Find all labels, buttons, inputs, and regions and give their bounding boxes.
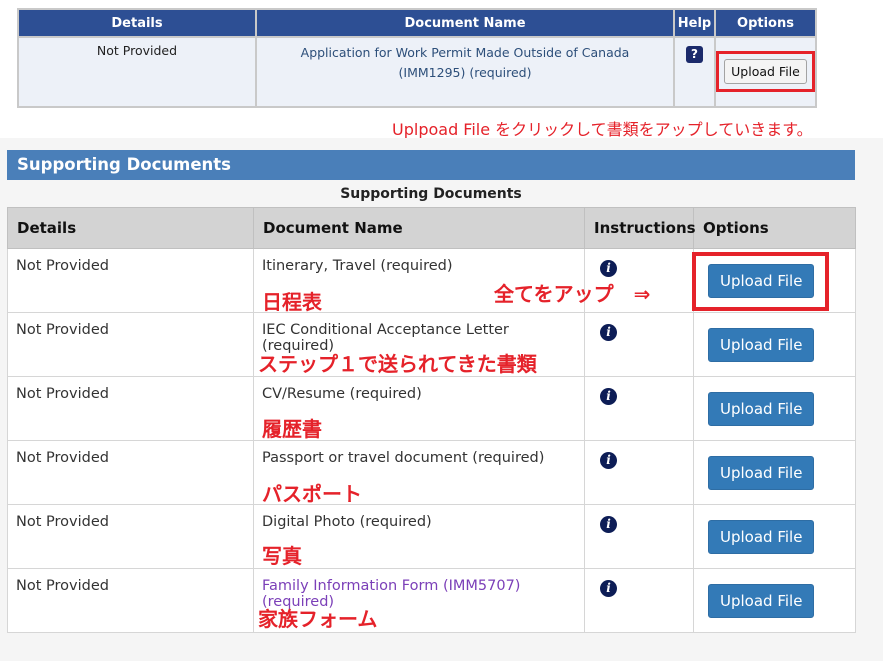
table-row: Not Provided Family Information Form (IM… (7, 568, 856, 633)
main-form-header-row: Details Document Name Help Options (17, 8, 817, 38)
main-form-document-name: Application for Work Permit Made Outside… (255, 36, 675, 108)
table-row: Not Provided Digital Photo (required) i … (7, 504, 856, 569)
info-icon[interactable]: i (600, 580, 617, 597)
col-header-instructions: Instructions (584, 207, 696, 249)
main-form-details: Not Provided (17, 36, 257, 108)
row-options-cell: Upload File (693, 440, 856, 505)
info-icon[interactable]: i (600, 324, 617, 341)
main-form-doc-code: (IMM1295) (required) (398, 65, 532, 80)
red-highlight-box (692, 252, 829, 311)
upload-file-button[interactable]: Upload File (708, 328, 815, 362)
row-details: Not Provided (7, 568, 254, 633)
info-icon[interactable]: i (600, 516, 617, 533)
upload-file-button[interactable]: Upload File (708, 456, 815, 490)
upload-file-button[interactable]: Upload File (708, 584, 815, 618)
main-form-doc-title: Application for Work Permit Made Outside… (300, 45, 630, 60)
main-form-help-cell: ? (673, 36, 716, 108)
table-row: Not Provided CV/Resume (required) i Uplo… (7, 376, 856, 441)
col-header-details: Details (17, 8, 257, 38)
row-options-cell: Upload File (693, 568, 856, 633)
table-caption: Supporting Documents (340, 186, 522, 202)
annotation-resume: 履歴書 (262, 417, 322, 441)
info-icon[interactable]: i (600, 388, 617, 405)
row-details: Not Provided (7, 312, 254, 377)
main-form-row: Not Provided Application for Work Permit… (17, 36, 817, 108)
row-instructions-cell: i (584, 504, 694, 569)
upload-file-button[interactable]: Upload File (708, 392, 815, 426)
row-document-title: IEC Conditional Acceptance Letter (262, 322, 509, 338)
annotation-family-form: 家族フォーム (258, 607, 378, 631)
row-details: Not Provided (7, 440, 254, 505)
row-options-cell: Upload File (693, 376, 856, 441)
col-header-options: Options (693, 207, 856, 249)
annotation-itinerary: 日程表 (262, 290, 322, 314)
row-instructions-cell: i (584, 568, 694, 633)
row-details: Not Provided (7, 376, 254, 441)
annotation-step1-documents: ステップ１で送られてきた書類 (258, 352, 537, 376)
annotation-passport: パスポート (262, 482, 362, 506)
row-options-cell: Upload File (693, 312, 856, 377)
row-details: Not Provided (7, 504, 254, 569)
col-header-details: Details (7, 207, 254, 249)
family-form-link[interactable]: Family Information Form (IMM5707) (262, 578, 576, 594)
section-header-supporting-documents: Supporting Documents (7, 150, 855, 180)
col-header-help: Help (673, 8, 716, 38)
main-form-table: Details Document Name Help Options Not P… (17, 8, 817, 108)
main-form-upload-file-button[interactable]: Upload File (724, 59, 807, 84)
annotation-photo: 写真 (262, 544, 302, 568)
row-instructions-cell: i (584, 312, 694, 377)
row-details: Not Provided (7, 248, 254, 313)
main-form-options-cell: Upload File (714, 36, 817, 108)
red-highlight-box: Upload File (716, 51, 815, 92)
annotation-upload-all: 全てをアップ ⇒ (494, 282, 651, 306)
table-row: Not Provided Passport or travel document… (7, 440, 856, 505)
supporting-header-row: Details Document Name Instructions Optio… (7, 207, 856, 249)
row-options-cell: Upload File (693, 504, 856, 569)
col-header-document-name: Document Name (253, 207, 585, 249)
info-icon[interactable]: i (600, 452, 617, 469)
col-header-options: Options (714, 8, 817, 38)
col-header-document-name: Document Name (255, 8, 675, 38)
row-document-name: Digital Photo (required) (253, 504, 585, 569)
upload-file-button[interactable]: Upload File (708, 520, 815, 554)
info-icon[interactable]: i (600, 260, 617, 277)
row-instructions-cell: i (584, 376, 694, 441)
question-mark-icon[interactable]: ? (686, 46, 703, 63)
row-instructions-cell: i (584, 440, 694, 505)
annotation-top-note: Uplpoad File をクリックして書類をアップしていきます。 (392, 120, 813, 139)
